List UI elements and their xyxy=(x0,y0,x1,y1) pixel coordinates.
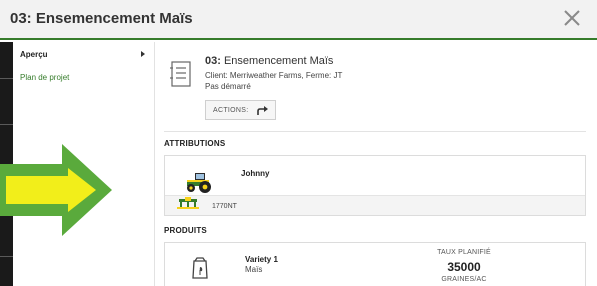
operator-name: Johnny xyxy=(241,169,270,178)
seed-bag-icon xyxy=(191,257,209,284)
document-list-icon xyxy=(170,60,194,95)
tractor-icon xyxy=(184,172,214,199)
dialog-header: 03: Ensemencement Maïs xyxy=(0,0,597,40)
annotation-arrow-icon xyxy=(0,144,112,236)
product-name: Variety 1 xyxy=(245,255,278,264)
chevron-right-icon xyxy=(141,51,145,57)
task-number: 03: xyxy=(205,55,221,67)
dialog-title: 03: Ensemencement Maïs xyxy=(10,10,193,27)
planned-rate-value: 35000 xyxy=(447,260,481,274)
task-status: Pas démarré xyxy=(205,82,251,91)
share-arrow-icon xyxy=(257,106,268,115)
actions-button[interactable]: ACTIONS: xyxy=(205,100,276,120)
planned-rate-label: TAUX PLANIFIÉ xyxy=(437,249,491,256)
sidebar-item-apercu[interactable]: Aperçu xyxy=(20,50,48,59)
divider xyxy=(164,131,586,132)
actions-label: ACTIONS: xyxy=(213,107,249,114)
produits-heading: PRODUITS xyxy=(164,226,207,235)
close-icon[interactable] xyxy=(559,4,585,32)
implement-name: 1770NT xyxy=(212,203,237,210)
task-title: 03: Ensemencement Maïs xyxy=(205,55,333,67)
task-client: Client: Merriweather Farms, Ferme: JT xyxy=(205,71,343,80)
sidebar-item-plan-de-projet[interactable]: Plan de projet xyxy=(20,73,69,82)
task-name: Ensemencement Maïs xyxy=(223,55,334,67)
planned-rate-unit: GRAINES/AC xyxy=(441,276,487,283)
planter-icon xyxy=(177,197,199,216)
product-crop: Maïs xyxy=(245,265,263,274)
attributions-heading: ATTRIBUTIONS xyxy=(164,139,226,148)
